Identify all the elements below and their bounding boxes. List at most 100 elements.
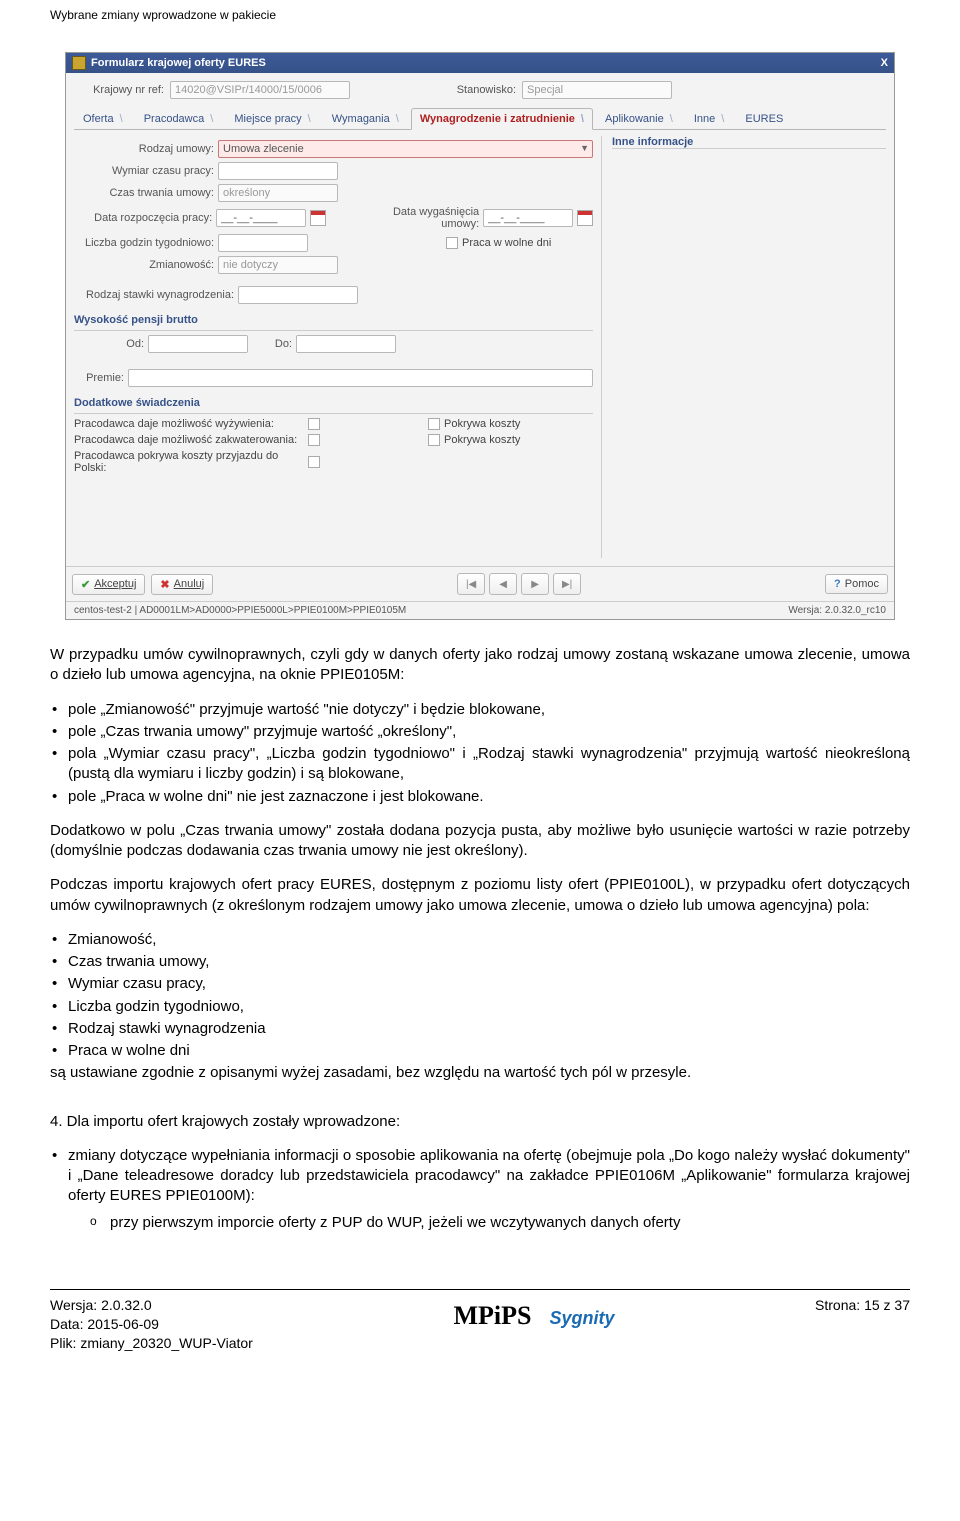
bullet-list-2: Zmianowość, Czas trwania umowy, Wymiar c… — [50, 930, 910, 1062]
pokrywa-label-2: Pokrywa koszty — [444, 434, 520, 446]
nav-first-button[interactable]: |◀ — [457, 573, 485, 595]
zakwaterowanie-label: Pracodawca daje możliwość zakwaterowania… — [74, 434, 304, 446]
rodzaj-umowy-label: Rodzaj umowy: — [74, 143, 214, 155]
list-item: Wymiar czasu pracy, — [50, 974, 910, 994]
window-titlebar: Formularz krajowej oferty EURES X — [66, 53, 894, 73]
close-icon[interactable]: X — [881, 57, 888, 69]
data-rozp-label: Data rozpoczęcia pracy: — [74, 212, 212, 224]
tab-oferta[interactable]: Oferta — [74, 108, 132, 129]
cancel-label: Anuluj — [174, 578, 205, 590]
list-item: Praca w wolne dni — [50, 1041, 910, 1061]
data-wyga-input[interactable] — [483, 209, 573, 227]
list-item: Zmianowość, — [50, 930, 910, 950]
tab-miejsce-pracy[interactable]: Miejsce pracy — [225, 108, 319, 129]
data-rozp-input[interactable] — [216, 209, 306, 227]
bottom-button-bar: ✔ Akceptuj ✖ Anuluj |◀ ◀ ▶ ▶| ?Pomoc — [66, 566, 894, 601]
list-item: pola „Wymiar czasu pracy", „Liczba godzi… — [50, 744, 910, 785]
od-label: Od: — [74, 338, 144, 350]
do-label: Do: — [252, 338, 292, 350]
page-footer: Wersja: 2.0.32.0 Data: 2015-06-09 Plik: … — [50, 1289, 910, 1373]
przyjazd-label: Pracodawca pokrywa koszty przyjazdu do P… — [74, 450, 304, 474]
bullet-list-3: zmiany dotyczące wypełniania informacji … — [50, 1146, 910, 1207]
cross-icon: ✖ — [160, 578, 169, 591]
tab-wymagania[interactable]: Wymagania — [323, 108, 408, 129]
list-item: pole „Czas trwania umowy" przyjmuje wart… — [50, 722, 910, 742]
paragraph-3: Podczas importu krajowych ofert pracy EU… — [50, 875, 910, 916]
liczba-godzin-input[interactable] — [218, 234, 308, 252]
od-input[interactable] — [148, 335, 248, 353]
list-item: pole „Praca w wolne dni" nie jest zaznac… — [50, 787, 910, 807]
tab-aplikowanie[interactable]: Aplikowanie — [596, 108, 682, 129]
cancel-button[interactable]: ✖ Anuluj — [151, 574, 213, 595]
form-screenshot: Formularz krajowej oferty EURES X Krajow… — [65, 52, 895, 620]
rodzaj-stawki-input[interactable] — [238, 286, 358, 304]
wysokosc-group-title: Wysokość pensji brutto — [74, 314, 593, 326]
krajowy-ref-label: Krajowy nr ref: — [74, 84, 164, 96]
wyzywienie-label: Pracodawca daje możliwość wyżywienia: — [74, 418, 304, 430]
status-path: centos-test-2 | AD0001LM>AD0000>PPIE5000… — [74, 605, 406, 616]
nav-last-button[interactable]: ▶| — [553, 573, 581, 595]
accept-button[interactable]: ✔ Akceptuj — [72, 574, 145, 595]
nav-prev-button[interactable]: ◀ — [489, 573, 517, 595]
calendar-icon[interactable] — [577, 210, 593, 226]
stanowisko-label: Stanowisko: — [416, 84, 516, 96]
stanowisko-input[interactable] — [522, 81, 672, 99]
help-button[interactable]: ?Pomoc — [825, 574, 888, 594]
pokrywa-checkbox-2[interactable] — [428, 434, 440, 446]
dodatkowe-group-title: Dodatkowe świadczenia — [74, 397, 593, 409]
status-bar: centos-test-2 | AD0001LM>AD0000>PPIE5000… — [66, 601, 894, 619]
help-icon: ? — [834, 578, 841, 590]
wymiar-label: Wymiar czasu pracy: — [74, 165, 214, 177]
footer-date: Data: 2015-06-09 — [50, 1315, 253, 1334]
tab-pracodawca[interactable]: Pracodawca — [135, 108, 223, 129]
wyzywienie-checkbox[interactable] — [308, 418, 320, 430]
praca-wolne-label: Praca w wolne dni — [462, 237, 551, 249]
list-item: Czas trwania umowy, — [50, 952, 910, 972]
sub-list-o-1: przy pierwszym imporcie oferty z PUP do … — [50, 1213, 910, 1233]
paragraph-4: są ustawiane zgodnie z opisanymi wyżej z… — [50, 1063, 910, 1083]
pokrywa-label-1: Pokrywa koszty — [444, 418, 520, 430]
nav-next-button[interactable]: ▶ — [521, 573, 549, 595]
window-icon — [72, 56, 86, 70]
accept-label: Akceptuj — [94, 578, 136, 590]
do-input[interactable] — [296, 335, 396, 353]
czas-trwania-input[interactable] — [218, 184, 338, 202]
page-header-title: Wybrane zmiany wprowadzone w pakiecie — [0, 0, 960, 22]
status-version: Wersja: 2.0.32.0_rc10 — [788, 605, 886, 616]
paragraph-1: W przypadku umów cywilnoprawnych, czyli … — [50, 645, 910, 686]
czas-trwania-label: Czas trwania umowy: — [74, 187, 214, 199]
tab-bar: Oferta Pracodawca Miejsce pracy Wymagani… — [74, 107, 886, 130]
wymiar-input[interactable] — [218, 162, 338, 180]
tab-wynagrodzenie[interactable]: Wynagrodzenie i zatrudnienie — [411, 108, 593, 130]
tab-inne[interactable]: Inne — [685, 108, 733, 129]
tab-eures[interactable]: EURES — [736, 108, 792, 129]
window-title: Formularz krajowej oferty EURES — [91, 57, 266, 69]
chevron-down-icon: ▼ — [580, 143, 589, 153]
rodzaj-stawki-label: Rodzaj stawki wynagrodzenia: — [74, 289, 234, 301]
zmianowosc-input[interactable] — [218, 256, 338, 274]
zakwaterowanie-checkbox[interactable] — [308, 434, 320, 446]
footer-version: Wersja: 2.0.32.0 — [50, 1296, 253, 1315]
list-item: Liczba godzin tygodniowo, — [50, 997, 910, 1017]
liczba-godzin-label: Liczba godzin tygodniowo: — [74, 237, 214, 249]
footer-page-number: Strona: 15 z 37 — [815, 1296, 910, 1315]
rodzaj-umowy-select[interactable]: Umowa zlecenie ▼ — [218, 140, 593, 158]
pokrywa-checkbox-1[interactable] — [428, 418, 440, 430]
footer-file: Plik: zmiany_20320_WUP-Viator — [50, 1334, 253, 1353]
paragraph-2: Dodatkowo w polu „Czas trwania umowy" zo… — [50, 821, 910, 862]
zmianowosc-label: Zmianowość: — [74, 259, 214, 271]
paragraph-5: 4. Dla importu ofert krajowych zostały w… — [50, 1112, 910, 1132]
premie-label: Premie: — [74, 372, 124, 384]
rodzaj-umowy-value: Umowa zlecenie — [223, 143, 304, 155]
bullet-list-1: pole „Zmianowość" przyjmuje wartość "nie… — [50, 700, 910, 807]
check-icon: ✔ — [81, 578, 90, 591]
krajowy-ref-input[interactable] — [170, 81, 350, 99]
data-wyga-label: Data wygaśnięcia umowy: — [354, 206, 479, 230]
calendar-icon[interactable] — [310, 210, 326, 226]
footer-mpips-logo: MPiPS — [453, 1301, 531, 1331]
praca-wolne-checkbox[interactable] — [446, 237, 458, 249]
przyjazd-checkbox[interactable] — [308, 456, 320, 468]
footer-sygnity-logo: Sygnity — [549, 1308, 614, 1329]
premie-input[interactable] — [128, 369, 593, 387]
list-item: zmiany dotyczące wypełniania informacji … — [50, 1146, 910, 1207]
